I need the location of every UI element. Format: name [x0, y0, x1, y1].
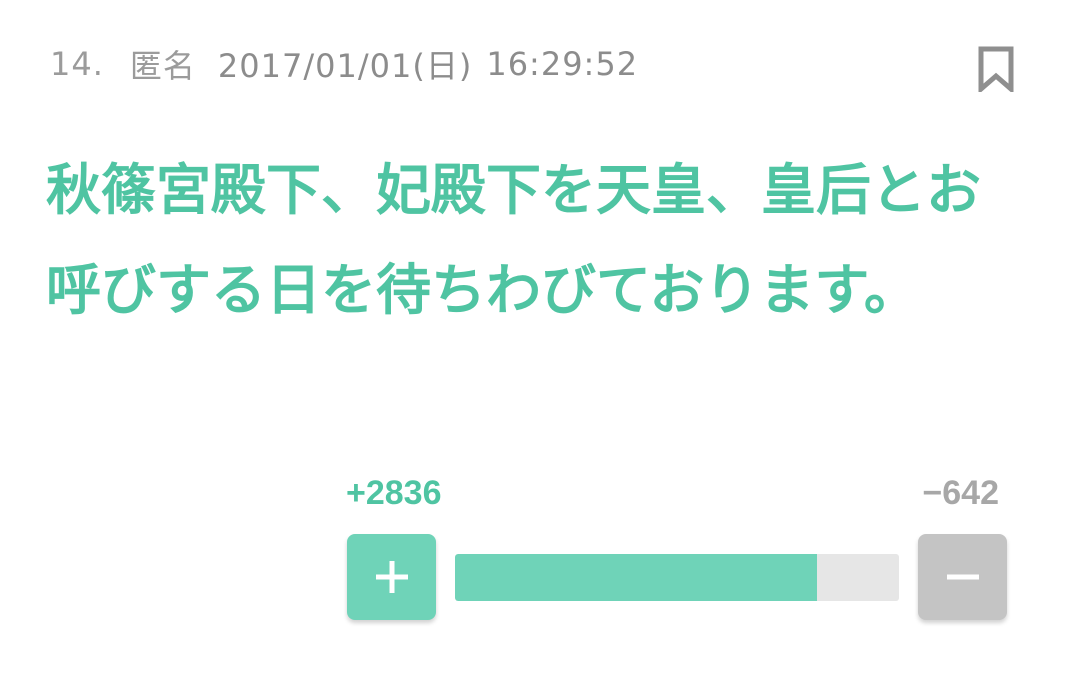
minus-vote-count: −642: [922, 474, 999, 512]
post-date: 2017/01/01(日): [217, 47, 473, 85]
vote-ratio-fill: [455, 554, 818, 601]
bookmark-icon: [978, 46, 1014, 95]
post-meta: 14. 匿名 2017/01/01(日) 16:29:52: [50, 38, 638, 90]
minus-icon: [946, 574, 979, 580]
post-author: 匿名: [129, 47, 196, 85]
plus-vote-count: +2836: [346, 474, 442, 512]
plus-vote-button[interactable]: [347, 534, 436, 620]
minus-vote-button[interactable]: [918, 534, 1007, 620]
post-number: 14.: [50, 45, 104, 83]
plus-icon: [375, 561, 408, 593]
post-body: 秋篠宮殿下、妃殿下を天皇、皇后とお呼びする日を待ちわびております。: [46, 158, 982, 322]
vote-ratio-bar: [455, 554, 899, 601]
bookmark-button[interactable]: [978, 46, 1014, 95]
post-time: 16:29:52: [486, 45, 639, 83]
